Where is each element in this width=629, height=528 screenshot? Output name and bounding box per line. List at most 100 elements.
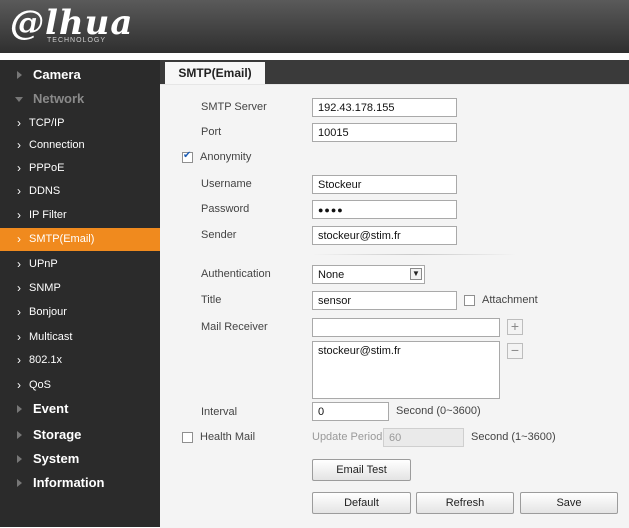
sidebar-item-multicast[interactable]: › Multicast [0,326,160,349]
smtp-server-input[interactable]: 192.43.178.155 [312,98,457,117]
sidebar-item-label: Network [33,91,85,106]
update-period-input[interactable]: 60 [383,428,464,447]
mail-receiver-list[interactable]: stockeur@stim.fr [312,341,500,399]
sidebar-item-label: Storage [33,427,82,442]
anonymity-label: Anonymity [200,151,252,163]
sidebar-item-label: 802.1x [29,354,63,366]
interval-label: Interval [201,406,238,418]
interval-unit: Second (0~3600) [396,405,481,417]
default-button[interactable]: Default [312,492,411,514]
sidebar-item-snmp[interactable]: › SNMP [0,277,160,300]
sidebar-item-ddns[interactable]: › DDNS [0,180,160,203]
expand-triangle-icon [17,405,22,413]
sidebar-item-camera[interactable]: Camera [0,63,160,86]
smtp-form: SMTP Server 192.43.178.155 Port 10015 An… [160,84,629,528]
update-period-unit: Second (1~3600) [471,431,556,443]
chevron-right-icon: › [17,378,21,392]
sidebar-item-tcpip[interactable]: › TCP/IP [0,112,160,135]
tab-smtp-email[interactable]: SMTP(Email) [165,62,265,84]
sidebar-item-label: Event [33,401,69,416]
sidebar-item-label: TCP/IP [29,117,65,129]
sidebar-item-label: Bonjour [29,306,67,318]
sidebar-item-label: Camera [33,67,81,82]
chevron-right-icon: › [17,208,21,222]
username-input[interactable]: Stockeur [312,175,457,194]
update-period-label: Update Period [312,431,383,443]
header-bar: @lhua TECHNOLOGY [0,0,629,53]
sidebar-item-label: SNMP [29,282,61,294]
chevron-right-icon: › [17,353,21,367]
sidebar-item-smtp-email[interactable]: › SMTP(Email) [0,228,160,251]
expand-triangle-icon [17,455,22,463]
section-divider [312,254,517,255]
sender-input[interactable]: stockeur@stim.fr [312,226,457,245]
sidebar-item-label: Connection [29,139,85,151]
sidebar-item-pppoe[interactable]: › PPPoE [0,157,160,180]
sidebar-item-connection[interactable]: › Connection [0,134,160,157]
save-button[interactable]: Save [520,492,618,514]
sidebar-item-label: Information [33,475,105,490]
sidebar-item-label: DDNS [29,185,61,197]
port-input[interactable]: 10015 [312,123,457,142]
sidebar-item-label: PPPoE [29,162,65,174]
authentication-label: Authentication [201,268,271,280]
main-panel: SMTP(Email) SMTP Server 192.43.178.155 P… [160,60,629,528]
sidebar-item-storage[interactable]: Storage [0,423,160,446]
chevron-right-icon: › [17,305,21,319]
sidebar-item-label: QoS [29,379,52,391]
email-test-button[interactable]: Email Test [312,459,411,481]
password-input[interactable]: ●●●● [312,200,457,219]
attachment-checkbox[interactable] [464,295,475,306]
title-label: Title [201,294,222,306]
chevron-right-icon: › [17,184,21,198]
chevron-right-icon: › [17,281,21,295]
health-mail-label: Health Mail [200,431,256,443]
authentication-select[interactable]: None ▼ [312,265,425,284]
port-label: Port [201,126,222,138]
expand-triangle-icon [17,479,22,487]
sidebar-item-label: SMTP(Email) [29,233,95,245]
expand-triangle-icon [17,71,22,79]
interval-input[interactable]: 0 [312,402,389,421]
add-receiver-button[interactable]: + [507,319,523,335]
sidebar-item-information[interactable]: Information [0,471,160,494]
expand-triangle-icon [17,431,22,439]
brand-logo-subtitle: TECHNOLOGY [47,37,107,44]
refresh-button[interactable]: Refresh [416,492,514,514]
sidebar-item-qos[interactable]: › QoS [0,374,160,397]
anonymity-checkbox[interactable] [182,150,193,163]
sidebar-item-8021x[interactable]: › 802.1x [0,349,160,372]
sidebar-item-label: System [33,451,80,466]
mail-receiver-input[interactable] [312,318,500,337]
authentication-selected-value: None [318,269,345,281]
chevron-right-icon: › [17,330,21,344]
sidebar-item-bonjour[interactable]: › Bonjour [0,301,160,324]
sidebar-item-label: UPnP [29,258,58,270]
sidebar-item-system[interactable]: System [0,447,160,470]
sidebar: Camera Network › TCP/IP › Connection › P… [0,60,160,527]
sidebar-item-event[interactable]: Event [0,397,160,420]
sidebar-item-label: IP Filter [29,209,67,221]
mail-receiver-label: Mail Receiver [201,321,268,333]
chevron-right-icon: › [17,257,21,271]
password-label: Password [201,203,250,215]
sidebar-item-ip-filter[interactable]: › IP Filter [0,204,160,227]
chevron-right-icon: › [17,116,21,130]
sender-label: Sender [201,229,237,241]
dropdown-arrow-icon: ▼ [410,268,422,280]
health-mail-checkbox[interactable] [182,432,193,443]
chevron-right-icon: › [17,161,21,175]
chevron-right-icon: › [17,138,21,152]
list-item[interactable]: stockeur@stim.fr [318,345,494,357]
sidebar-item-network[interactable]: Network [0,87,160,110]
remove-receiver-button[interactable]: − [507,343,523,359]
title-input[interactable]: sensor [312,291,457,310]
sidebar-item-label: Multicast [29,331,73,343]
tab-bar: SMTP(Email) [160,60,629,84]
sidebar-item-upnp[interactable]: › UPnP [0,253,160,276]
username-label: Username [201,178,252,190]
chevron-right-icon: › [17,232,21,246]
collapse-triangle-icon [15,97,23,102]
smtp-server-label: SMTP Server [201,101,267,113]
attachment-label: Attachment [482,294,538,306]
